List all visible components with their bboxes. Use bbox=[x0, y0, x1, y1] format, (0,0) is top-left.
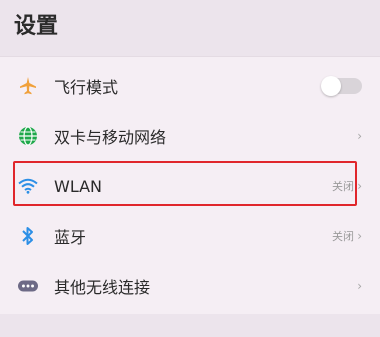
more-connections-icon bbox=[18, 276, 38, 296]
setting-bluetooth[interactable]: 蓝牙 关闭 › bbox=[0, 211, 380, 261]
chevron-right-icon: › bbox=[357, 129, 362, 143]
setting-airplane-mode[interactable]: 飞行模式 bbox=[0, 61, 380, 111]
setting-dual-sim-mobile-network[interactable]: 双卡与移动网络 › bbox=[0, 111, 380, 161]
setting-label: 蓝牙 bbox=[54, 228, 87, 247]
setting-label: WLAN bbox=[54, 176, 103, 196]
airplane-mode-toggle[interactable] bbox=[321, 76, 362, 96]
status-text: 关闭 bbox=[332, 180, 354, 193]
settings-card: 飞行模式 双卡与移动网络 › WLAN 关闭 › 蓝牙 关闭 › 其他无线连接 … bbox=[0, 56, 380, 316]
setting-label: 其他无线连接 bbox=[54, 278, 151, 297]
bottom-spacer bbox=[0, 314, 380, 337]
status-text: 关闭 bbox=[332, 230, 354, 243]
airplane-icon bbox=[18, 76, 38, 96]
setting-wlan[interactable]: WLAN 关闭 › bbox=[0, 161, 380, 211]
chevron-right-icon: › bbox=[357, 279, 362, 293]
chevron-right-icon: › bbox=[357, 229, 362, 243]
globe-icon bbox=[18, 126, 38, 146]
setting-other-wireless-connections[interactable]: 其他无线连接 › bbox=[0, 261, 380, 311]
bluetooth-icon bbox=[18, 226, 38, 246]
setting-label: 双卡与移动网络 bbox=[54, 128, 167, 147]
page-title: 设置 bbox=[14, 14, 59, 39]
setting-label: 飞行模式 bbox=[54, 78, 119, 97]
toggle-knob bbox=[321, 76, 341, 96]
chevron-right-icon: › bbox=[357, 179, 362, 193]
wifi-icon bbox=[18, 176, 38, 196]
